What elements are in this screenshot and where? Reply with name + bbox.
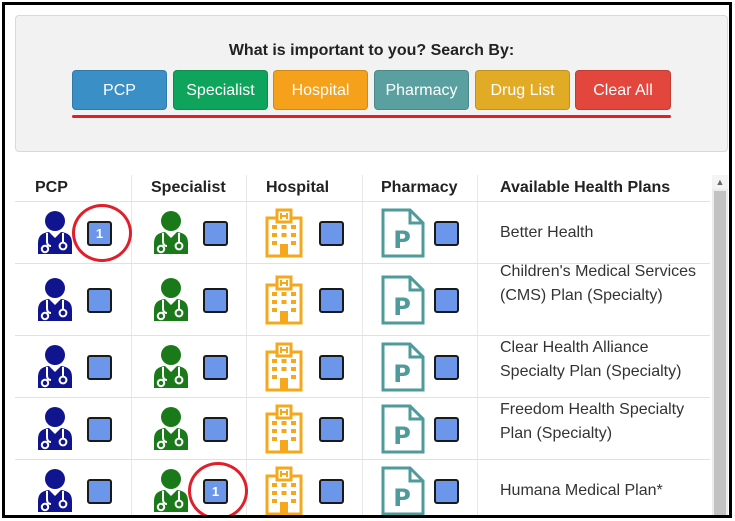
doctor-icon <box>149 344 193 395</box>
plan-name: Children's Medical Services (CMS) Plan (… <box>500 263 697 304</box>
search-panel: What is important to you? Search By: PCP… <box>15 15 728 152</box>
specialist-checkbox[interactable] <box>203 288 228 313</box>
doctor-icon <box>149 210 193 261</box>
clear-all-button[interactable]: Clear All <box>575 70 671 110</box>
pharmacy-document-icon: P <box>380 465 426 515</box>
table-header-row: PCP Specialist Hospital Pharmacy Availab… <box>15 175 710 200</box>
hospital-checkbox[interactable] <box>319 417 344 442</box>
pharmacy-document-icon: P <box>380 341 426 398</box>
highlight-circle <box>72 204 132 262</box>
hospital-button[interactable]: Hospital <box>273 70 368 110</box>
table-row: P Freedom Health Specialty Plan (Special… <box>15 397 710 459</box>
pcp-button[interactable]: PCP <box>72 70 167 110</box>
plan-name: Humana Medical Plan* <box>500 482 663 499</box>
highlight-underline <box>72 115 671 118</box>
hospital-checkbox[interactable] <box>319 288 344 313</box>
vertical-scrollbar[interactable]: ▲ <box>712 175 728 515</box>
scroll-up-arrow[interactable]: ▲ <box>712 175 728 189</box>
pcp-checkbox[interactable] <box>87 355 112 380</box>
svg-text:P: P <box>393 422 411 450</box>
pharmacy-checkbox[interactable] <box>434 288 459 313</box>
pharmacy-document-icon: P <box>380 207 426 264</box>
table-row: P Clear Health Alliance Specialty Plan (… <box>15 335 710 397</box>
drug-list-button[interactable]: Drug List <box>475 70 570 110</box>
specialist-button[interactable]: Specialist <box>173 70 268 110</box>
hospital-icon <box>264 208 304 263</box>
doctor-icon <box>33 210 77 261</box>
svg-text:P: P <box>393 360 411 388</box>
hospital-icon <box>264 404 304 459</box>
table-row: 1 P Better Health <box>15 201 710 263</box>
hospital-icon <box>264 342 304 397</box>
plan-name: Freedom Health Specialty Plan (Specialty… <box>500 401 685 442</box>
doctor-icon <box>149 277 193 328</box>
doctor-icon <box>33 468 77 515</box>
doctor-icon <box>33 406 77 457</box>
svg-text:P: P <box>393 293 411 321</box>
table-row: P Children's Medical Services (CMS) Plan… <box>15 263 710 335</box>
hospital-icon <box>264 275 304 330</box>
svg-text:P: P <box>393 226 411 254</box>
header-pcp: PCP <box>35 179 68 196</box>
pcp-checkbox[interactable] <box>87 288 112 313</box>
table-row: 1 P Humana Medical Plan* <box>15 459 710 515</box>
pharmacy-checkbox[interactable] <box>434 355 459 380</box>
pharmacy-document-icon: P <box>380 403 426 460</box>
plans-table: PCP Specialist Hospital Pharmacy Availab… <box>15 175 728 515</box>
window-frame: What is important to you? Search By: PCP… <box>2 2 732 518</box>
hospital-checkbox[interactable] <box>319 479 344 504</box>
pharmacy-checkbox[interactable] <box>434 417 459 442</box>
pharmacy-button[interactable]: Pharmacy <box>374 70 469 110</box>
doctor-icon <box>33 277 77 328</box>
header-specialist: Specialist <box>151 179 226 196</box>
plan-name: Better Health <box>500 224 594 241</box>
svg-text:P: P <box>393 484 411 512</box>
specialist-checkbox[interactable] <box>203 221 228 246</box>
search-title: What is important to you? Search By: <box>228 42 515 59</box>
header-pharmacy: Pharmacy <box>381 179 458 196</box>
pcp-checkbox[interactable] <box>87 479 112 504</box>
header-available-plans: Available Health Plans <box>500 179 671 196</box>
highlight-circle <box>188 462 248 515</box>
pcp-checkbox[interactable] <box>87 417 112 442</box>
header-hospital: Hospital <box>266 179 330 196</box>
doctor-icon <box>149 406 193 457</box>
specialist-checkbox[interactable] <box>203 417 228 442</box>
doctor-icon <box>149 468 193 515</box>
specialist-checkbox[interactable] <box>203 355 228 380</box>
scroll-thumb[interactable] <box>714 191 726 515</box>
doctor-icon <box>33 344 77 395</box>
pharmacy-document-icon: P <box>380 274 426 331</box>
plan-name: Clear Health Alliance Specialty Plan (Sp… <box>500 339 682 380</box>
hospital-checkbox[interactable] <box>319 221 344 246</box>
pharmacy-checkbox[interactable] <box>434 479 459 504</box>
hospital-checkbox[interactable] <box>319 355 344 380</box>
pharmacy-checkbox[interactable] <box>434 221 459 246</box>
hospital-icon <box>264 466 304 515</box>
